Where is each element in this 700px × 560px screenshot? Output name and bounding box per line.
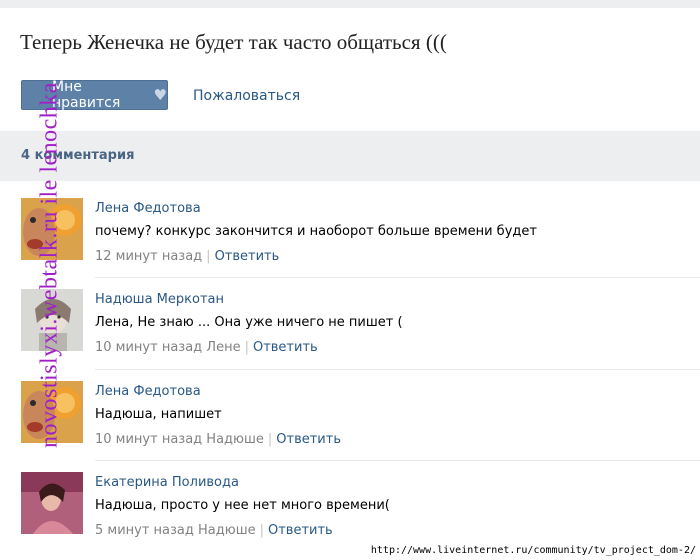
report-link[interactable]: Пожаловаться (193, 88, 300, 104)
comment-time[interactable]: 10 минут назад Лене (95, 340, 241, 355)
like-button-label: Мне нравится (52, 79, 121, 111)
comment-author[interactable]: Лена Федотова (95, 201, 201, 216)
comment-author[interactable]: Лена Федотова (95, 384, 201, 399)
reply-link[interactable]: Ответить (215, 249, 280, 264)
comment-text: почему? конкурс закончится и наоборот бо… (95, 224, 537, 239)
heart-icon: ♥ (153, 86, 167, 104)
top-band (0, 0, 700, 8)
comment-author[interactable]: Надюша Меркотан (95, 292, 224, 307)
reply-link[interactable]: Ответить (276, 432, 341, 447)
like-button[interactable]: Мне нравится ♥ (21, 79, 168, 111)
comments-count[interactable]: 4 комментария (21, 148, 134, 163)
avatar[interactable] (21, 381, 83, 443)
comments-header: 4 комментария (0, 131, 700, 181)
avatar[interactable] (21, 472, 83, 534)
meta-separator: | (267, 432, 273, 447)
comment-item: Екатерина Поливода Надюша, просто у нее … (0, 455, 700, 547)
meta-separator: | (244, 340, 249, 355)
comment-item: Лена Федотова Надюша, напишет 10 минут н… (0, 364, 700, 456)
comment-text: Надюша, напишет (95, 407, 222, 422)
status-url: http://www.liveinternet.ru/community/tv_… (366, 542, 700, 560)
comment-time[interactable]: 5 минут назад Надюше (95, 523, 256, 538)
post-title: Теперь Женечка не будет так часто общать… (20, 30, 447, 54)
comment-text: Надюша, просто у нее нет много времени( (95, 498, 390, 513)
comment-item: Надюша Меркотан Лена, Не знаю ... Она уж… (0, 272, 700, 364)
reply-link[interactable]: Ответить (253, 340, 318, 355)
comment-time[interactable]: 10 минут назад Надюше (95, 432, 264, 447)
avatar[interactable] (21, 198, 83, 260)
comment-meta: 5 минут назад Надюше | Ответить (95, 523, 333, 538)
reply-link[interactable]: Ответить (268, 523, 333, 538)
meta-separator: | (259, 523, 264, 538)
comment-author[interactable]: Екатерина Поливода (95, 475, 239, 490)
comment-meta: 10 минут назад Лене | Ответить (95, 340, 318, 355)
comment-item: Лена Федотова почему? конкурс закончится… (0, 181, 700, 273)
comment-meta: 10 минут назад Надюше | Ответить (95, 432, 341, 447)
comment-text: Лена, Не знаю ... Она уже ничего не пише… (95, 315, 403, 330)
meta-separator: | (206, 249, 211, 264)
comment-meta: 12 минут назад | Ответить (95, 249, 279, 264)
comment-time[interactable]: 12 минут назад (95, 249, 202, 264)
avatar[interactable] (21, 289, 83, 351)
